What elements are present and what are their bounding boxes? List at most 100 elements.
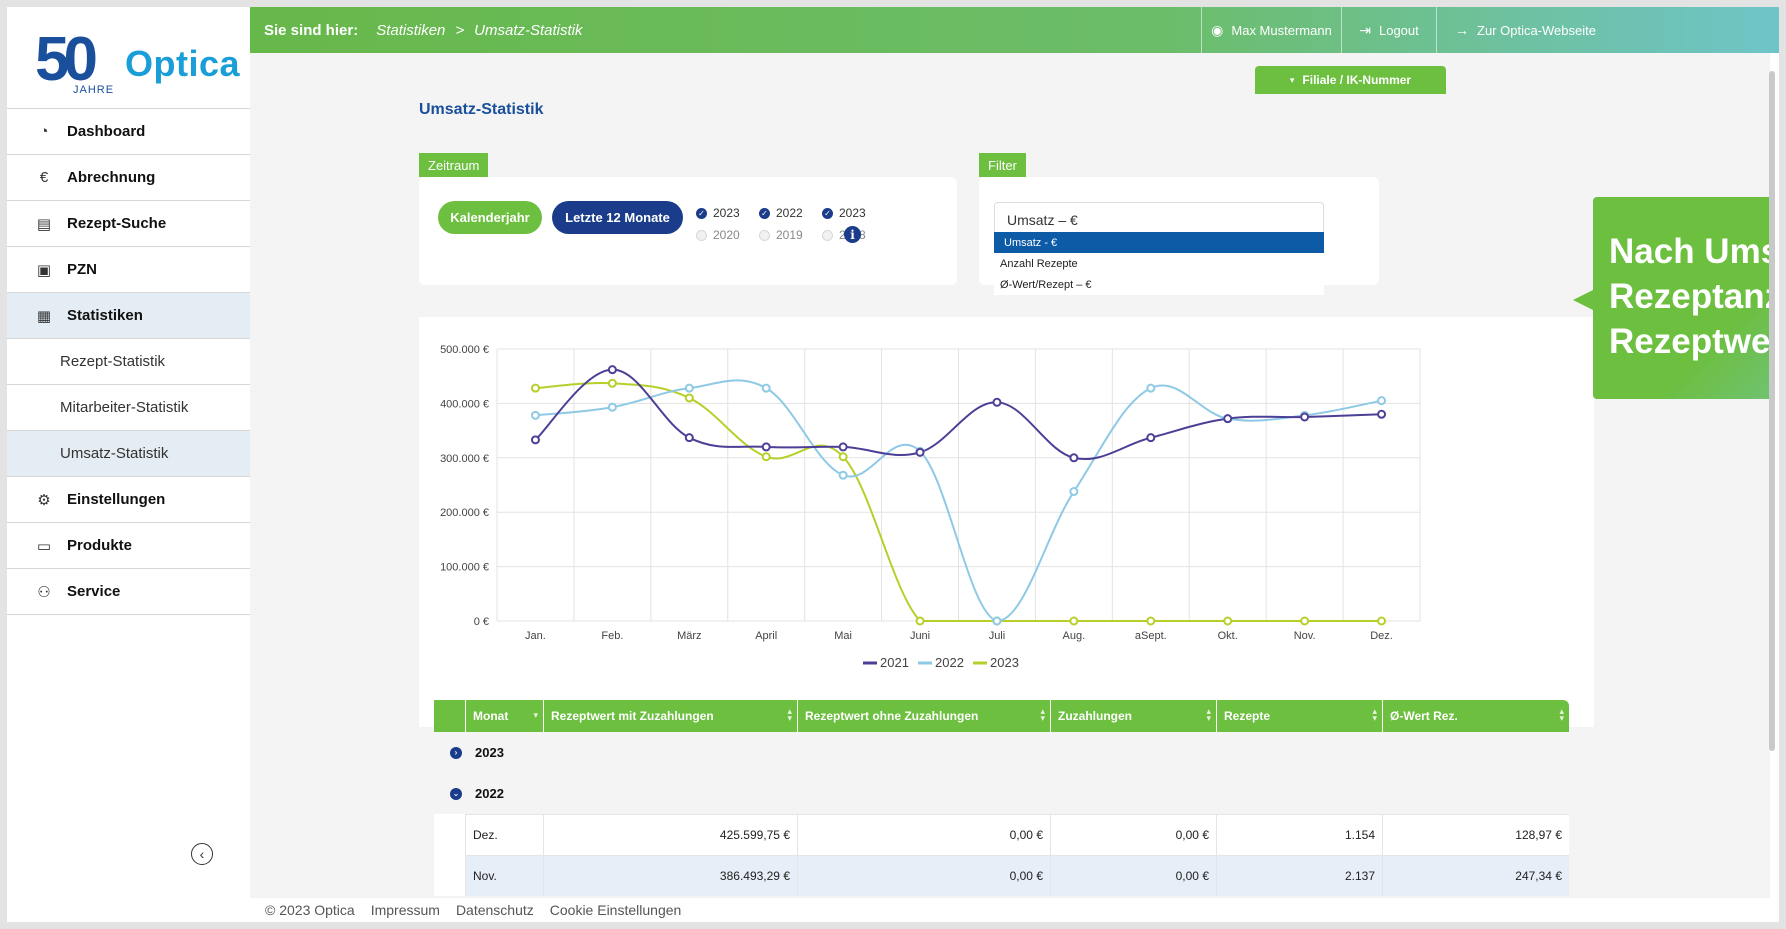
sort-icon: ▴ ▾ xyxy=(1372,706,1377,723)
x-tick-label: Juli xyxy=(989,630,1006,642)
year-label: 2023 xyxy=(713,206,740,220)
data-point-2021 xyxy=(1223,414,1233,424)
column-header-monat[interactable]: Monat ▾ xyxy=(465,700,543,732)
year-checkbox-2023[interactable]: ✓ 2023 xyxy=(696,206,740,220)
sidebar-item-abrechnung[interactable]: € Abrechnung xyxy=(7,154,250,200)
euro-icon: € xyxy=(39,169,49,186)
y-tick-label: 400.000 € xyxy=(440,398,489,410)
data-point-2022 xyxy=(684,383,694,393)
optica-logo[interactable]: 50 JAHRE Optica xyxy=(35,29,240,101)
filiale-ik-button[interactable]: ▾ Filiale / IK-Nummer xyxy=(1255,66,1446,94)
cell-wert-rez: 247,34 € xyxy=(1382,855,1569,896)
chevron-down-icon: ⌄ xyxy=(450,787,462,800)
chevron-down-icon: ▾ xyxy=(1289,74,1295,85)
breadcrumb-statistiken[interactable]: Statistiken xyxy=(376,22,445,39)
data-point-2023 xyxy=(684,393,694,403)
year-group-2022[interactable]: ⌄ 2022 xyxy=(434,773,1569,814)
sidebar: 50 JAHRE Optica ◔ Dashboard € Abrechnung ▤… xyxy=(7,7,250,922)
website-link[interactable]: → Zur Optica-Webseite xyxy=(1436,7,1779,53)
filter-option-anzahl-rezepte[interactable]: Anzahl Rezepte xyxy=(994,253,1324,274)
sidebar-item-dashboard[interactable]: ◔ Dashboard xyxy=(7,108,250,154)
user-account-button[interactable]: ◉ Max Mustermann xyxy=(1201,7,1341,53)
data-point-2023 xyxy=(1069,616,1079,626)
sidebar-item-umsatz-statistik[interactable]: Umsatz-Statistik xyxy=(7,430,250,476)
cell-zuzahlungen: 0,00 € xyxy=(1050,814,1216,855)
letzte-12-monate-button[interactable]: Letzte 12 Monate xyxy=(552,201,683,234)
kalenderjahr-button[interactable]: Kalenderjahr xyxy=(438,201,542,234)
footer-datenschutz-link[interactable]: Datenschutz xyxy=(456,902,534,918)
data-point-2022 xyxy=(761,383,771,393)
table-header-expander xyxy=(434,700,465,732)
data-point-2021 xyxy=(1300,412,1310,422)
sort-desc-icon: ▾ xyxy=(533,710,538,720)
sidebar-item-mitarbeiter-statistik[interactable]: Mitarbeiter-Statistik xyxy=(7,384,250,430)
cell-monat: Dez. xyxy=(465,814,543,855)
y-tick-label: 100.000 € xyxy=(440,562,489,574)
filter-option-umsatz[interactable]: Umsatz - € xyxy=(994,232,1324,253)
column-header-label: Rezeptwert ohne Zuzahlungen xyxy=(805,709,979,723)
column-header-wert-rez[interactable]: Ø-Wert Rez. ▴ ▾ xyxy=(1382,700,1569,732)
year-group-2023[interactable]: › 2023 xyxy=(434,732,1569,773)
info-icon[interactable]: i xyxy=(844,226,861,243)
column-header-rezeptwert-ohne[interactable]: Rezeptwert ohne Zuzahlungen ▴ ▾ xyxy=(797,700,1050,732)
y-tick-label: 200.000 € xyxy=(440,507,489,519)
scrollbar-thumb[interactable] xyxy=(1769,71,1775,751)
sidebar-nav: ◔ Dashboard € Abrechnung ▤ Rezept-Suche ▣ PZ… xyxy=(7,108,250,615)
zeitraum-panel: Kalenderjahr Letzte 12 Monate ✓ 2023 ✓ 202… xyxy=(419,177,957,285)
sidebar-item-label: PZN xyxy=(67,261,97,278)
table-row[interactable]: Dez. 425.599,75 € 0,00 € 0,00 € 1.154 12… xyxy=(434,814,1569,855)
chevron-left-icon: ‹ xyxy=(199,846,205,862)
row-spacer xyxy=(434,814,465,855)
footer: © 2023 Optica Impressum Datenschutz Cook… xyxy=(250,898,1779,922)
table-row[interactable]: Nov. 386.493,29 € 0,00 € 0,00 € 2.137 24… xyxy=(434,855,1569,896)
breadcrumb-umsatz-statistik[interactable]: Umsatz-Statistik xyxy=(474,22,582,39)
footer-impressum-link[interactable]: Impressum xyxy=(371,902,440,918)
data-point-2022 xyxy=(1146,383,1156,393)
year-group-label: 2022 xyxy=(475,786,504,801)
cell-wert-rez: 128,97 € xyxy=(1382,814,1569,855)
statistics-icon: ▦ xyxy=(36,307,52,325)
chevron-right-icon: › xyxy=(450,746,462,759)
column-header-rezepte[interactable]: Rezepte ▴ ▾ xyxy=(1216,700,1382,732)
dashboard-icon: ◔ xyxy=(39,123,49,140)
filter-dropdown: Umsatz - € Anzahl Rezepte Ø-Wert/Rezept … xyxy=(994,232,1324,295)
column-header-zuzahlungen[interactable]: Zuzahlungen ▴ ▾ xyxy=(1050,700,1216,732)
year-checkbox-2019[interactable]: 2019 xyxy=(759,228,803,242)
data-point-2021 xyxy=(992,397,1002,407)
filter-option-wert-rezept[interactable]: Ø-Wert/Rezept – € xyxy=(994,274,1324,295)
page-title: Umsatz-Statistik xyxy=(419,101,544,118)
legend-label-2023: 2023 xyxy=(990,655,1019,670)
chart-panel: 500.000 € 400.000 € 300.000 € 200.000 € 100.… xyxy=(419,317,1594,727)
sidebar-item-rezept-statistik[interactable]: Rezept-Statistik xyxy=(7,338,250,384)
column-header-label: Zuzahlungen xyxy=(1058,709,1132,723)
column-header-rezeptwert-mit[interactable]: Rezeptwert mit Zuzahlungen ▴ ▾ xyxy=(543,700,797,732)
service-icon: ⚇ xyxy=(37,583,51,601)
sidebar-item-rezept-suche[interactable]: ▤ Rezept-Suche xyxy=(7,200,250,246)
umsatz-line-chart: 500.000 € 400.000 € 300.000 € 200.000 € 100.… xyxy=(440,344,1421,670)
sidebar-item-statistiken[interactable]: ▦ Statistiken xyxy=(7,292,250,338)
data-point-2021 xyxy=(684,433,694,443)
sidebar-item-pzn[interactable]: ▣ PZN xyxy=(7,246,250,292)
year-checkbox-2023b[interactable]: ✓ 2023 xyxy=(822,206,866,220)
checkbox-empty-icon xyxy=(696,229,707,241)
year-checkbox-2020[interactable]: 2020 xyxy=(696,228,740,242)
logout-button[interactable]: ⇥ Logout xyxy=(1341,7,1436,53)
year-checkbox-2022[interactable]: ✓ 2022 xyxy=(759,206,803,220)
sidebar-item-label: Abrechnung xyxy=(67,169,156,186)
collapse-sidebar-button[interactable]: ‹ xyxy=(191,843,213,865)
x-tick-label: März xyxy=(677,630,701,642)
x-tick-label: Mai xyxy=(834,630,852,642)
data-point-2023 xyxy=(915,616,925,626)
sidebar-item-einstellungen[interactable]: ⚙ Einstellungen xyxy=(7,476,250,522)
x-tick-label: April xyxy=(755,630,777,642)
filter-tag: Filter xyxy=(979,153,1026,177)
column-header-label: Rezepte xyxy=(1224,709,1271,723)
sidebar-item-service[interactable]: ⚇ Service xyxy=(7,568,250,614)
check-icon: ✓ xyxy=(822,207,833,219)
vertical-scrollbar[interactable] xyxy=(1767,63,1777,898)
sidebar-item-label: Einstellungen xyxy=(67,491,166,508)
sidebar-item-produkte[interactable]: ▭ Produkte xyxy=(7,522,250,568)
app-window: 50 JAHRE Optica ◔ Dashboard € Abrechnung ▤… xyxy=(7,7,1779,922)
logout-icon: ⇥ xyxy=(1359,21,1371,38)
footer-cookie-link[interactable]: Cookie Einstellungen xyxy=(550,902,682,918)
